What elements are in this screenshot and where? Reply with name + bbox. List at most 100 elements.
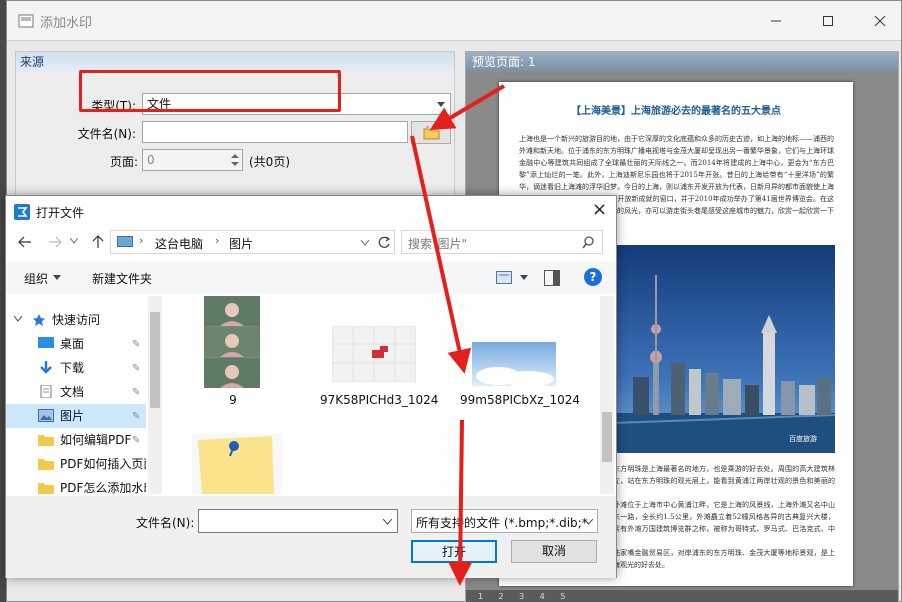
refresh-icon[interactable] <box>377 236 391 250</box>
nav-item-folder[interactable]: 如何编辑PDF ✎ <box>6 428 146 452</box>
breadcrumb-pc[interactable]: 这台电脑 <box>155 235 203 252</box>
highlight-box <box>79 70 341 112</box>
view-chevron-icon[interactable] <box>520 275 528 280</box>
nav-item-desktop[interactable]: 桌面 ✎ <box>6 332 146 356</box>
nav-item-folder[interactable]: PDF怎么添加水印 <box>6 476 146 494</box>
dialog-toolbar: 组织 新建文件夹 ? <box>6 262 616 294</box>
nav-item-downloads[interactable]: 下载 ✎ <box>6 356 146 380</box>
nav-quick-access[interactable]: 快速访问 <box>6 308 146 332</box>
help-button[interactable]: ? <box>584 268 602 286</box>
file-thumbnail <box>204 296 260 388</box>
dialog-title: 打开文件 <box>36 206 85 220</box>
folder-icon <box>38 435 54 446</box>
page-spinner[interactable]: 0 <box>142 149 243 171</box>
browse-button[interactable] <box>411 121 451 144</box>
nav-item-folder[interactable]: PDF如何插入页面 <box>6 452 146 476</box>
pin-icon: ✎ <box>132 363 141 374</box>
maximize-icon <box>823 16 833 26</box>
pin-icon: ✎ <box>132 339 141 350</box>
folder-icon <box>38 483 54 494</box>
nav-scrollbar-thumb[interactable] <box>150 312 160 408</box>
search-icon <box>582 236 594 249</box>
preview-pane-icon[interactable] <box>544 270 560 286</box>
files-scrollbar[interactable] <box>600 296 614 494</box>
recent-chevron-icon[interactable] <box>70 238 78 244</box>
close-icon <box>874 15 886 27</box>
spinner-arrows-icon <box>231 154 239 166</box>
address-chevron-icon <box>361 240 369 246</box>
nav-item-documents[interactable]: 文档 ✎ <box>6 380 146 404</box>
filetype-chevron-icon <box>584 519 593 525</box>
page-strip: 1 2 3 4 5 <box>466 590 898 602</box>
pin-icon: ✎ <box>132 411 141 422</box>
expand-chevron-icon <box>14 316 22 322</box>
nav-quick-access-label: 快速访问 <box>52 313 101 327</box>
navigation-pane: 快速访问 桌面 ✎ 下载 ✎ 文档 ✎ 图片 ✎ 如何编辑PDF ✎ PDF如何… <box>6 296 164 494</box>
pin-icon: ✎ <box>132 435 141 446</box>
open-file-dialog: 打开文件 × › 这台电脑 › 图片 搜索"图片" 组织 新建文件夹 ? 快速访… <box>5 195 617 578</box>
folder-icon <box>423 126 440 140</box>
dialog-filename-input[interactable] <box>198 509 398 533</box>
organize-chevron-icon <box>53 275 61 280</box>
file-name: 9 <box>229 393 237 407</box>
maximize-button[interactable] <box>805 1 851 41</box>
doc-paragraph: 东方明珠是上海最著名的地方，也是乘游的好去处。周围的高大建筑林立，站在东方明珠的… <box>613 465 835 485</box>
document-icon <box>40 385 52 398</box>
preview-header: 预览页面: 1 <box>466 52 898 72</box>
filename-input[interactable] <box>142 121 408 143</box>
view-icon[interactable] <box>496 271 512 284</box>
search-placeholder: 搜索"图片" <box>408 237 468 251</box>
file-item[interactable]: 97K58PICHd3_1024 <box>320 296 438 416</box>
filetype-value: 所有支持的文件 (*.bmp;*.dib;* <box>416 516 588 530</box>
page-thumb[interactable]: 1 <box>478 590 496 602</box>
download-icon <box>40 361 52 374</box>
filetype-select[interactable]: 所有支持的文件 (*.bmp;*.dib;* <box>411 509 598 533</box>
pc-icon <box>117 236 133 247</box>
doc-title: 【上海美景】上海旅游必去的最著名的五大景点 <box>571 106 781 117</box>
page-thumb[interactable]: 3 <box>519 590 537 602</box>
back-arrow-icon[interactable] <box>18 236 32 248</box>
organize-button[interactable]: 组织 <box>24 270 48 287</box>
up-arrow-icon[interactable] <box>92 235 104 249</box>
chevron-down-icon <box>437 102 445 107</box>
files-scrollbar-thumb[interactable] <box>602 412 612 462</box>
star-icon <box>33 314 45 326</box>
file-item[interactable]: 99m58PICbXz_1024 <box>460 296 580 416</box>
dialog-close-button[interactable]: × <box>592 199 607 220</box>
page-thumb[interactable]: 2 <box>499 590 517 602</box>
app-icon <box>18 14 34 28</box>
shanghai-skyline-photo: 百度旅游 <box>613 245 835 453</box>
page-value: 0 <box>147 153 155 167</box>
doc-paragraph: 陆家嘴金融贸易区，对岸浦东的东方明珠、金茂大厦等地标景观，是上海观光的好去处。 <box>613 549 835 569</box>
minimize-icon <box>771 20 781 22</box>
minimize-button[interactable] <box>753 1 799 41</box>
photo-watermark: 百度旅游 <box>789 434 817 443</box>
filename-chevron-icon <box>383 519 392 525</box>
forward-arrow-icon[interactable] <box>48 236 62 248</box>
dialog-footer: 文件名(N): 所有支持的文件 (*.bmp;*.dib;* 打开 取消 <box>6 496 616 578</box>
cancel-button[interactable]: 取消 <box>511 540 597 563</box>
new-folder-button[interactable]: 新建文件夹 <box>92 270 152 287</box>
page-total: (共0页) <box>249 155 290 169</box>
address-bar[interactable]: › 这台电脑 › 图片 <box>110 230 395 254</box>
page-thumb[interactable]: 4 <box>540 590 558 602</box>
file-name: 99m58PICbXz_1024 <box>460 393 581 407</box>
doc-paragraph: 外滩位于上海市中心黄浦江畔，它是上海的风景线，上海外滩又名中山东一路，全长约1.… <box>613 501 835 533</box>
search-input[interactable]: 搜索"图片" <box>401 230 603 254</box>
page-label: 页面: <box>109 155 138 169</box>
file-thumbnail <box>332 326 416 382</box>
pin-icon: ✎ <box>132 387 141 398</box>
file-item[interactable]: 9 <box>186 296 280 416</box>
window-titlebar: 添加水印 <box>7 1 901 41</box>
breadcrumb-pictures[interactable]: 图片 <box>229 235 253 252</box>
open-button[interactable]: 打开 <box>411 540 497 563</box>
folder-icon <box>38 459 54 470</box>
file-thumbnail <box>192 434 282 494</box>
dialog-filename-label: 文件名(N): <box>136 516 195 530</box>
file-item[interactable] <box>186 426 282 494</box>
nav-scrollbar[interactable] <box>148 296 162 494</box>
page-thumb[interactable]: 5 <box>560 590 578 602</box>
nav-item-pictures[interactable]: 图片 ✎ <box>6 404 146 428</box>
close-button[interactable] <box>857 1 902 41</box>
window-title: 添加水印 <box>40 16 93 31</box>
